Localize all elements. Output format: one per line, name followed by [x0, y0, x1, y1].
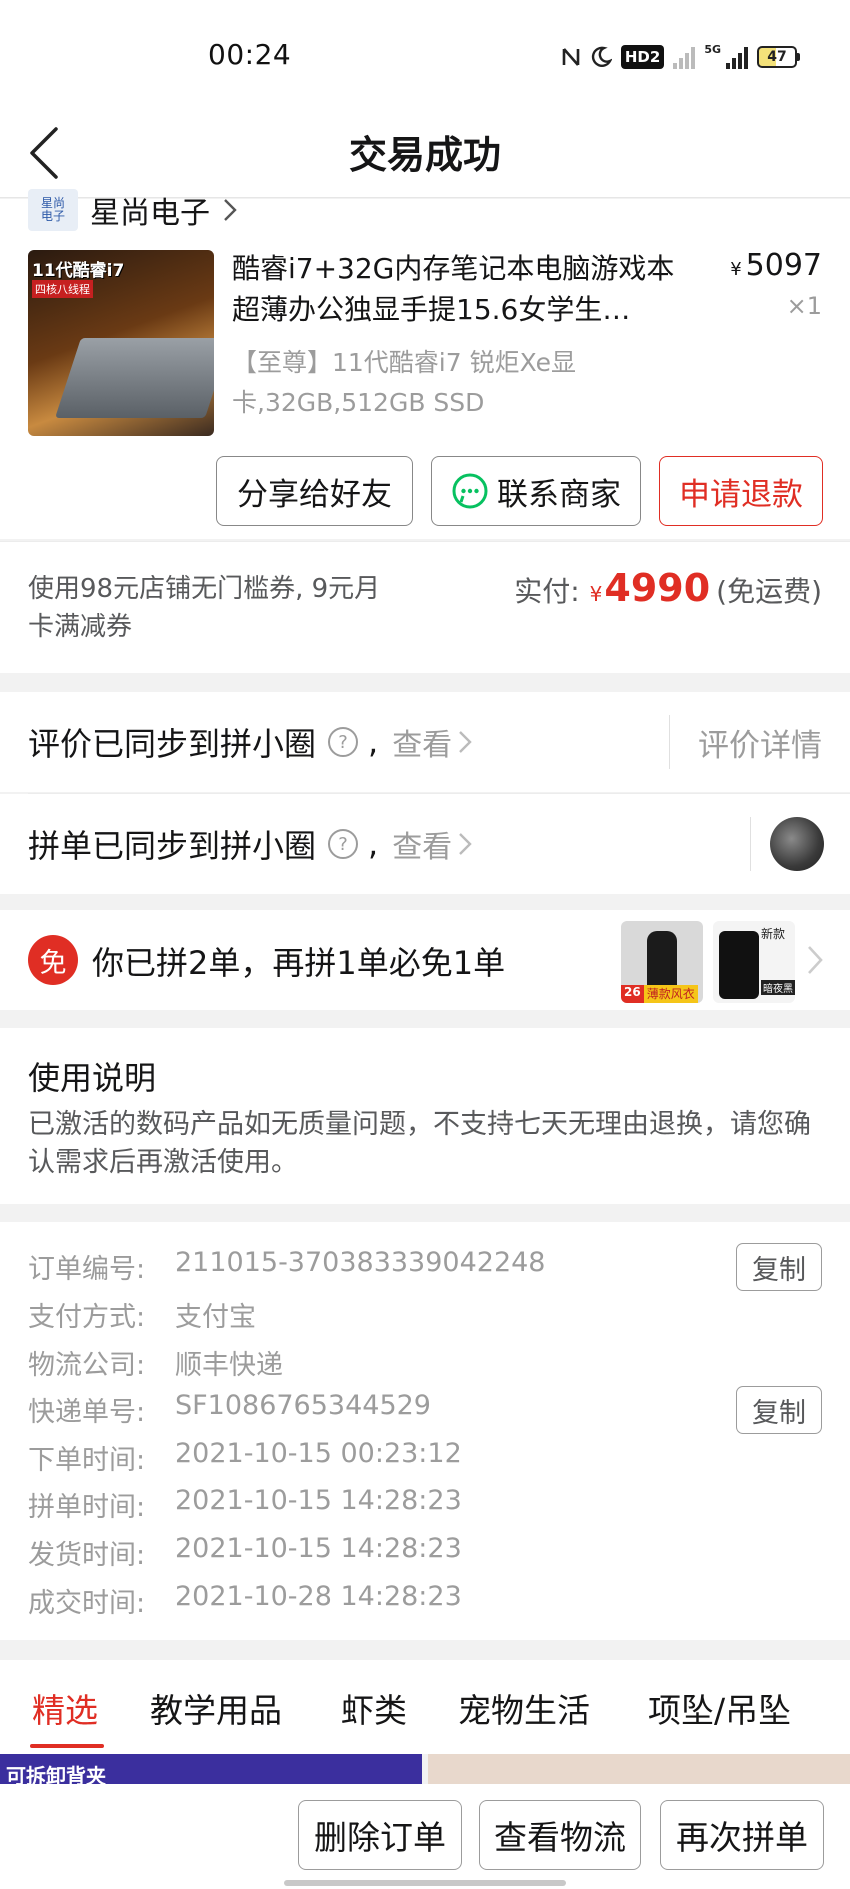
group-sync-row: 拼单已同步到拼小圈 ? , 查看: [0, 794, 850, 894]
battery-icon: 47: [757, 46, 800, 68]
tab-pet-life[interactable]: 宠物生活: [458, 1684, 590, 1732]
hd-voice-icon: HD2: [620, 45, 665, 69]
product-quantity: ×1: [786, 292, 822, 320]
status-icons: HD2 5G 47: [561, 40, 800, 74]
store-link[interactable]: 星尚 电子 星尚电子: [28, 188, 238, 232]
feed-banner-text: 可拆卸背夹: [6, 1764, 106, 1784]
product-tag: 新款: [761, 927, 786, 941]
paid-amount: 4990: [604, 566, 711, 610]
paid-label: 实付:: [514, 575, 580, 608]
help-icon[interactable]: ?: [328, 829, 359, 859]
chevron-right-icon[interactable]: [806, 944, 824, 976]
tab-shrimp[interactable]: 虾类: [341, 1684, 407, 1732]
contact-merchant-label: 联系商家: [497, 476, 621, 513]
order-info-row: 支付方式: 支付宝: [28, 1302, 256, 1333]
price-value: 5097: [745, 248, 822, 283]
refund-button[interactable]: 申请退款: [659, 456, 823, 526]
view-logistics-button[interactable]: 查看物流: [479, 1800, 641, 1870]
order-info-row: 成交时间: 2021-10-28 14:28:23: [28, 1581, 462, 1619]
contact-merchant-button[interactable]: 联系商家: [431, 456, 641, 526]
network-type-label: 5G: [704, 42, 721, 56]
product-tag: 26 薄款风衣: [621, 985, 698, 1003]
signal-sim1-icon: [673, 45, 696, 69]
tab-pendant[interactable]: 项坠/吊坠: [648, 1684, 791, 1732]
recommended-product-1[interactable]: 26 薄款风衣: [621, 921, 703, 1003]
store-name: 星尚电子: [90, 196, 210, 231]
battery-level: 47: [757, 46, 797, 68]
recommended-product-2[interactable]: 新款 暗夜黑: [713, 921, 795, 1003]
order-info-row: 快递单号: SF1086765344529: [28, 1390, 431, 1428]
feed-item[interactable]: 可拆卸背夹: [0, 1754, 422, 1784]
review-detail-link[interactable]: 评价详情: [698, 720, 822, 765]
laptop-illustration: [55, 338, 214, 418]
order-info-row: 订单编号: 211015-370383339042248: [28, 1247, 546, 1285]
wechat-icon: [452, 473, 488, 509]
paid-currency: ¥: [589, 582, 603, 606]
order-info-row: 物流公司: 顺丰快递: [28, 1350, 283, 1381]
delete-order-button[interactable]: 删除订单: [298, 1800, 462, 1870]
usage-title: 使用说明: [28, 1059, 157, 1097]
avatar[interactable]: [770, 817, 824, 871]
order-info-row: 拼单时间: 2021-10-15 14:28:23: [28, 1485, 462, 1523]
home-indicator[interactable]: [284, 1880, 566, 1886]
tab-teaching-supplies[interactable]: 教学用品: [150, 1684, 282, 1732]
chevron-right-icon: [459, 833, 472, 855]
free-order-text: 你已拼2单，再拼1单必免1单: [92, 944, 506, 982]
status-bar: 00:24 HD2 5G 47: [0, 0, 850, 110]
review-view-link[interactable]: 查看: [392, 720, 472, 764]
help-icon[interactable]: ?: [328, 727, 359, 757]
copy-order-number-button[interactable]: 复制: [736, 1243, 822, 1291]
nfc-icon: [561, 45, 581, 69]
nav-bar: 交易成功: [0, 110, 850, 198]
reorder-button[interactable]: 再次拼单: [660, 1800, 824, 1870]
do-not-disturb-moon-icon: [590, 46, 612, 68]
review-sync-label: 评价已同步到拼小圈: [28, 725, 317, 763]
order-info-row: 发货时间: 2021-10-15 14:28:23: [28, 1533, 462, 1571]
feed-item[interactable]: [428, 1754, 850, 1784]
product-image-badge: 11代酷睿i7: [32, 261, 125, 281]
copy-tracking-number-button[interactable]: 复制: [736, 1386, 822, 1434]
share-button[interactable]: 分享给好友: [216, 456, 413, 526]
active-tab-indicator: [30, 1744, 104, 1748]
price-currency: ¥: [730, 259, 742, 280]
product-image-subbadge: 四核八线程: [32, 280, 93, 298]
chevron-right-icon: [459, 731, 472, 753]
group-sync-label: 拼单已同步到拼小圈: [28, 827, 317, 865]
group-view-link[interactable]: 查看: [392, 822, 472, 866]
page-title: 交易成功: [348, 133, 501, 177]
chevron-right-icon: [224, 199, 237, 221]
product-spec: 【至尊】11代酷睿i7 锐炬Xe显卡,32GB,512GB SSD: [232, 348, 576, 417]
product-price: ¥5097: [730, 248, 822, 283]
tab-featured[interactable]: 精选: [32, 1684, 98, 1732]
promo-text: 使用98元店铺无门槛券, 9元月卡满减券: [28, 574, 381, 642]
vertical-divider: [669, 715, 670, 769]
product-color-label: 暗夜黑: [761, 980, 795, 995]
status-time: 00:24: [208, 38, 292, 71]
order-info-row: 下单时间: 2021-10-15 00:23:12: [28, 1438, 462, 1476]
product-title[interactable]: 酷睿i7+32G内存笔记本电脑游戏本超薄办公独显手提15.6女学生…: [232, 248, 702, 330]
phone-case-image: [719, 931, 759, 999]
usage-body: 已激活的数码产品如无质量问题，不支持七天无理由退换，请您确认需求后再激活使用。: [28, 1109, 811, 1178]
coat-image: [647, 931, 677, 989]
free-badge: 免: [28, 935, 78, 985]
product-image[interactable]: 11代酷睿i7 四核八线程: [28, 250, 214, 436]
shipping-note: (免运费): [716, 575, 822, 608]
store-logo: 星尚 电子: [28, 189, 78, 231]
paid-total: 实付: ¥ 4990 (免运费): [514, 566, 822, 610]
signal-sim2-icon: [726, 45, 748, 69]
review-sync-row: 评价已同步到拼小圈 ? , 查看 评价详情: [0, 692, 850, 792]
vertical-divider: [750, 817, 751, 871]
